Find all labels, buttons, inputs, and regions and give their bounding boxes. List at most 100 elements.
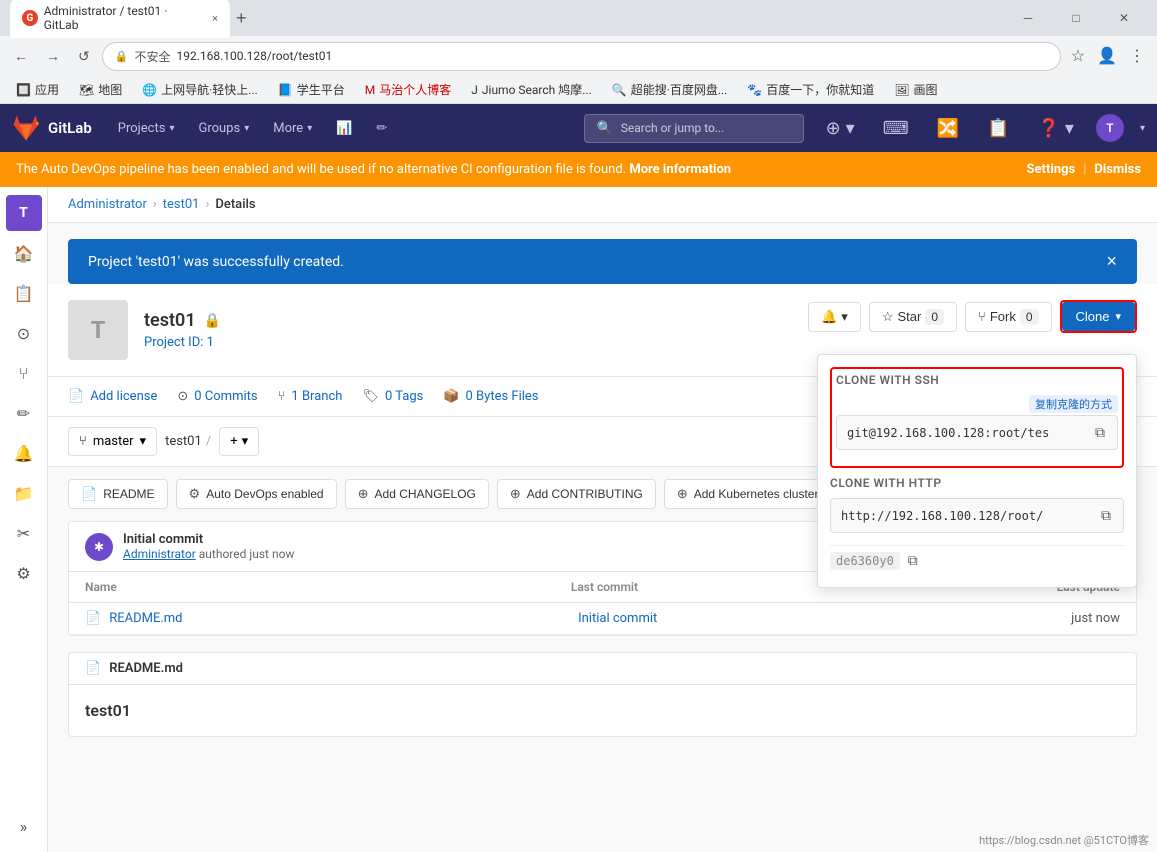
new-tab-btn[interactable]: + (230, 6, 253, 31)
bookmark-paint[interactable]: 🖼 画图 (886, 79, 945, 100)
bookmark-map[interactable]: 🗺 地图 (71, 79, 130, 100)
commit-author-link[interactable]: Administrator (123, 547, 196, 561)
bookmark-apps[interactable]: 🔲 应用 (8, 79, 67, 100)
stat-tags[interactable]: 🏷 0 Tags (362, 389, 423, 404)
bookmark-label: 应用 (35, 81, 59, 98)
breadcrumb-admin[interactable]: Administrator (68, 197, 147, 212)
project-header-wrapper: T test01 🔒 Project ID: 1 🔔 (48, 284, 1157, 377)
browser-tab[interactable]: G Administrator / test01 · GitLab × (10, 0, 230, 38)
sidebar-item-ci[interactable]: ⊙ (6, 315, 42, 351)
nav-search[interactable]: 🔍 Search or jump to... (584, 114, 804, 143)
sidebar-item-home[interactable]: 🏠 (6, 235, 42, 271)
sidebar-item-wiki[interactable]: ✏ (6, 395, 42, 431)
copy-http-icon: ⧉ (1101, 507, 1111, 523)
not-secure-label: 不安全 (134, 48, 170, 65)
bookmark-jiumo[interactable]: J Jiumo Search 鸠摩... (463, 79, 599, 100)
sidebar-item-settings[interactable]: ⚙ (6, 555, 42, 591)
sidebar-item-snippets[interactable]: 📁 (6, 475, 42, 511)
auto-devops-banner: The Auto DevOps pipeline has been enable… (0, 152, 1157, 187)
bottom-spacer (68, 737, 1137, 753)
nav-forward-btn[interactable]: → (40, 44, 66, 68)
star-btn[interactable]: ☆ Star 0 (869, 302, 957, 332)
nav-projects[interactable]: Projects ▾ (108, 115, 185, 142)
nav-clipboard-btn[interactable]: 📋 (981, 112, 1015, 145)
sidebar-item-notifications[interactable]: 🔔 (6, 435, 42, 471)
menu-btn[interactable]: ⋮ (1125, 42, 1149, 70)
stat-tags-label: 0 Tags (385, 389, 423, 404)
lock-icon: 🔒 (115, 50, 129, 63)
readme-btn[interactable]: 📄 README (68, 479, 168, 509)
nav-merge-btn[interactable]: 🔀 (931, 112, 965, 145)
sidebar-item-issues[interactable]: 📋 (6, 275, 42, 311)
bookmark-btn[interactable]: ☆ (1067, 42, 1089, 70)
add-file-btn[interactable]: + ▾ (219, 427, 259, 456)
star-icon: ☆ (882, 309, 894, 325)
banner-more-link[interactable]: More information (629, 162, 731, 177)
project-avatar: T (68, 300, 128, 360)
left-sidebar: T 🏠 📋 ⊙ ⑂ ✏ 🔔 📁 ✂ ⚙ » (0, 187, 48, 852)
keyboard-icon: ⌨ (883, 118, 909, 139)
file-last-update: just now (1071, 611, 1120, 626)
notifications-chevron: ▾ (841, 309, 848, 325)
nav-avatar[interactable]: T (1096, 114, 1124, 142)
nav-refresh-btn[interactable]: ↺ (72, 44, 96, 69)
auto-devops-btn[interactable]: ⚙ Auto DevOps enabled (176, 479, 337, 509)
tab-close-btn[interactable]: × (212, 12, 218, 25)
table-row: 📄 README.md Initial commit just now (69, 603, 1136, 635)
banner-dismiss-link[interactable]: Dismiss (1094, 162, 1141, 177)
bookmark-baidu[interactable]: 🐾 百度一下，你就知道 (739, 79, 882, 100)
bookmark-blog[interactable]: M 马治个人博客 (357, 79, 460, 100)
sidebar-item-merge[interactable]: ⑂ (6, 355, 42, 391)
bookmark-search[interactable]: 🔍 超能搜·百度网盘... (604, 79, 736, 100)
groups-label: Groups (198, 121, 240, 136)
stat-commits[interactable]: ⊙ 0 Commits (177, 389, 257, 404)
tags-icon: 🏷 (362, 389, 379, 404)
breadcrumb-project[interactable]: test01 (163, 197, 200, 212)
file-name-cell[interactable]: 📄 README.md (85, 611, 578, 626)
bookmark-nav[interactable]: 🌐 上网导航·轻快上... (134, 79, 266, 100)
auto-devops-label: Auto DevOps enabled (206, 487, 323, 501)
window-minimize-btn[interactable]: ─ (1005, 0, 1051, 36)
bookmark-student[interactable]: 📘 学生平台 (270, 79, 353, 100)
copy-hash-btn[interactable]: ⧉ (906, 550, 920, 571)
add-contributing-btn[interactable]: ⊕ Add CONTRIBUTING (497, 479, 656, 509)
copy-ssh-btn[interactable]: ⧉ (1093, 422, 1107, 443)
fork-icon: ⑂ (978, 309, 986, 324)
banner-actions: Settings | Dismiss (1027, 162, 1141, 177)
notifications-btn[interactable]: 🔔 ▾ (808, 302, 861, 332)
file-commit-msg[interactable]: Initial commit (578, 611, 1071, 626)
nav-chart[interactable]: 📊 (326, 115, 362, 142)
sidebar-avatar[interactable]: T (6, 195, 42, 231)
stat-branches[interactable]: ⑂ 1 Branch (278, 389, 343, 404)
sidebar-item-scissors[interactable]: ✂ (6, 515, 42, 551)
branch-selector[interactable]: ⑂ master ▾ (68, 427, 157, 456)
copy-http-btn[interactable]: ⧉ (1099, 505, 1113, 526)
alert-close-btn[interactable]: × (1106, 251, 1117, 272)
clone-http-url-row: http://192.168.100.128/root/ ⧉ (830, 498, 1124, 533)
commit-hash-row: de6360y0 ⧉ (830, 545, 1124, 575)
browser-controls: ← → ↺ 🔒 不安全 192.168.100.128/root/test01 … (0, 36, 1157, 76)
nav-more[interactable]: More ▾ (263, 115, 322, 142)
stat-files[interactable]: 📦 0 Bytes Files (443, 389, 538, 404)
banner-settings-link[interactable]: Settings (1027, 162, 1076, 177)
nav-back-btn[interactable]: ← (8, 44, 34, 68)
nav-plus-btn[interactable]: ⊕ ▾ (820, 112, 861, 145)
nav-help-btn[interactable]: ❓ ▾ (1032, 112, 1080, 145)
nav-groups[interactable]: Groups ▾ (188, 115, 259, 142)
address-bar[interactable]: 🔒 不安全 192.168.100.128/root/test01 (102, 42, 1061, 71)
profile-btn[interactable]: 👤 (1093, 42, 1121, 70)
add-changelog-btn[interactable]: ⊕ Add CHANGELOG (345, 479, 489, 509)
nav-edit[interactable]: ✏ (366, 115, 397, 142)
sidebar-expand-btn[interactable]: » (6, 808, 42, 844)
gitlab-logo[interactable]: GitLab (12, 114, 92, 142)
window-maximize-btn[interactable]: □ (1053, 0, 1099, 36)
groups-chevron: ▾ (244, 123, 249, 134)
fork-btn[interactable]: ⑂ Fork 0 (965, 302, 1052, 332)
stat-add-license[interactable]: 📄 Add license (68, 389, 157, 404)
nav-keyboard-btn[interactable]: ⌨ (877, 112, 915, 145)
window-close-btn[interactable]: ✕ (1101, 0, 1147, 36)
add-k8s-btn[interactable]: ⊕ Add Kubernetes cluster (664, 479, 832, 509)
commit-time: just now (249, 547, 294, 561)
bookmark-label: Jiumo Search 鸠摩... (482, 81, 592, 98)
clone-btn[interactable]: Clone ▾ (1062, 302, 1136, 331)
